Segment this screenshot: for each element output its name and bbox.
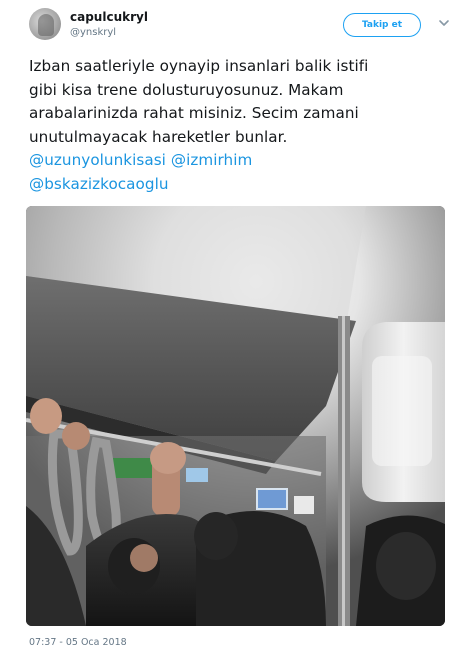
mention-link[interactable]: @bskazizkocaoglu — [29, 175, 169, 193]
tweet-timestamp[interactable]: 07:37 - 05 Oca 2018 — [29, 637, 127, 648]
display-name[interactable]: capulcukryl — [70, 10, 148, 24]
tweet-text-line: arabalarinizda rahat misiniz. Secim zama… — [29, 104, 359, 123]
mention-line: @bskazizkocaoglu — [29, 173, 449, 197]
mention-line: @uzunyolunkisasi @izmirhim — [29, 149, 449, 173]
tweet-text-line: gibi kisa trene dolusturuyosunuz. Makam — [29, 80, 344, 99]
tweet-photo[interactable] — [26, 206, 445, 626]
avatar-silhouette — [38, 14, 54, 36]
mention-link[interactable]: @izmirhim — [171, 151, 252, 169]
tweet-text-line: unutulmayacak hareketler bunlar. — [29, 127, 288, 146]
train-interior-photo — [26, 206, 445, 626]
follow-button[interactable]: Takip et — [343, 13, 421, 37]
tweet-header: capulcukryl @ynskryl Takip et — [0, 0, 467, 50]
tweet-text-line: Izban saatleriyle oynayip insanlari bali… — [29, 57, 369, 75]
tweet-text: Izban saatleriyle oynayip insanlari bali… — [29, 55, 449, 197]
chevron-down-icon[interactable] — [437, 16, 451, 30]
screen-name[interactable]: @ynskryl — [70, 27, 116, 38]
mention-link[interactable]: @uzunyolunkisasi — [29, 151, 166, 169]
avatar[interactable] — [29, 8, 61, 40]
